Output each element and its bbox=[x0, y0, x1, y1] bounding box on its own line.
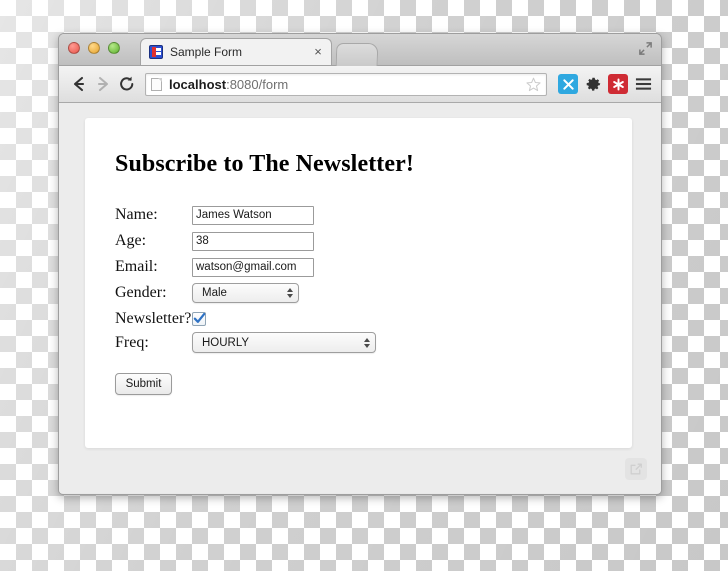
checkmark-icon bbox=[194, 312, 206, 323]
window-close-button[interactable] bbox=[68, 42, 80, 54]
fullscreen-icon[interactable] bbox=[638, 41, 653, 56]
back-button[interactable] bbox=[67, 72, 91, 96]
gear-icon bbox=[586, 77, 600, 91]
browser-window: Sample Form × localhost:8080/form Subscr… bbox=[58, 33, 662, 495]
site-favicon bbox=[149, 45, 163, 59]
page-title: Subscribe to The Newsletter! bbox=[115, 151, 414, 177]
stepper-arrows-icon bbox=[285, 288, 294, 298]
email-input[interactable] bbox=[192, 257, 314, 277]
page-content-card: Subscribe to The Newsletter! Name: Age: … bbox=[85, 118, 632, 448]
share-export-icon bbox=[630, 463, 642, 475]
forward-button[interactable] bbox=[91, 72, 115, 96]
new-tab-button[interactable] bbox=[335, 43, 379, 66]
name-input[interactable] bbox=[192, 205, 314, 225]
page-viewport: Subscribe to The Newsletter! Name: Age: … bbox=[59, 103, 661, 493]
cross-glyph-icon bbox=[562, 78, 574, 90]
submit-button[interactable]: Submit bbox=[115, 373, 172, 395]
email-label: Email: bbox=[115, 258, 158, 275]
name-label: Name: bbox=[115, 206, 158, 223]
subscribe-form: Subscribe to The Newsletter! Name: Age: … bbox=[85, 118, 632, 395]
share-export-button[interactable] bbox=[625, 458, 647, 480]
form-row-gender: Gender: Male bbox=[115, 283, 632, 303]
tab-strip: Sample Form × bbox=[59, 34, 661, 66]
newsletter-label: Newsletter? bbox=[115, 310, 192, 327]
menu-hamburger-icon bbox=[635, 78, 651, 90]
bookmark-star-icon[interactable] bbox=[526, 77, 541, 92]
settings-gear-button[interactable] bbox=[583, 74, 603, 94]
extension-red-icon[interactable] bbox=[608, 74, 628, 94]
stepper-arrows-icon bbox=[362, 337, 371, 348]
url-host: localhost bbox=[169, 76, 227, 92]
form-row-name: Name: bbox=[115, 205, 632, 225]
gender-selected-value: Male bbox=[202, 287, 227, 299]
asterisk-glyph-icon bbox=[612, 78, 624, 90]
freq-select[interactable]: HOURLY bbox=[192, 332, 376, 353]
reload-icon bbox=[120, 76, 134, 91]
close-icon[interactable]: × bbox=[311, 45, 325, 59]
form-row-email: Email: bbox=[115, 257, 632, 277]
url-path: :8080/form bbox=[226, 76, 289, 92]
window-minimize-button[interactable] bbox=[88, 42, 100, 54]
url-text: localhost:8080/form bbox=[169, 77, 288, 92]
reload-button[interactable] bbox=[115, 72, 139, 96]
freq-selected-value: HOURLY bbox=[202, 336, 250, 349]
newsletter-checkbox[interactable] bbox=[192, 312, 207, 326]
browser-menu-button[interactable] bbox=[633, 74, 653, 94]
browser-tab-sample-form[interactable]: Sample Form × bbox=[140, 38, 332, 65]
browser-toolbar: localhost:8080/form bbox=[59, 66, 661, 103]
extension-blue-icon[interactable] bbox=[558, 74, 578, 94]
back-arrow-icon bbox=[73, 76, 85, 92]
age-input[interactable] bbox=[192, 231, 314, 251]
page-document-icon bbox=[151, 77, 162, 91]
forward-arrow-icon bbox=[97, 76, 109, 92]
age-label: Age: bbox=[115, 232, 147, 249]
form-row-newsletter: Newsletter? bbox=[115, 309, 632, 329]
form-row-freq: Freq: HOURLY bbox=[115, 332, 632, 353]
gender-label: Gender: bbox=[115, 284, 167, 301]
address-bar[interactable]: localhost:8080/form bbox=[145, 72, 547, 96]
form-row-age: Age: bbox=[115, 231, 632, 251]
window-traffic-lights bbox=[68, 42, 120, 54]
gender-select[interactable]: Male bbox=[192, 283, 299, 303]
window-maximize-button[interactable] bbox=[108, 42, 120, 54]
tab-title: Sample Form bbox=[170, 45, 243, 59]
freq-label: Freq: bbox=[115, 333, 149, 351]
